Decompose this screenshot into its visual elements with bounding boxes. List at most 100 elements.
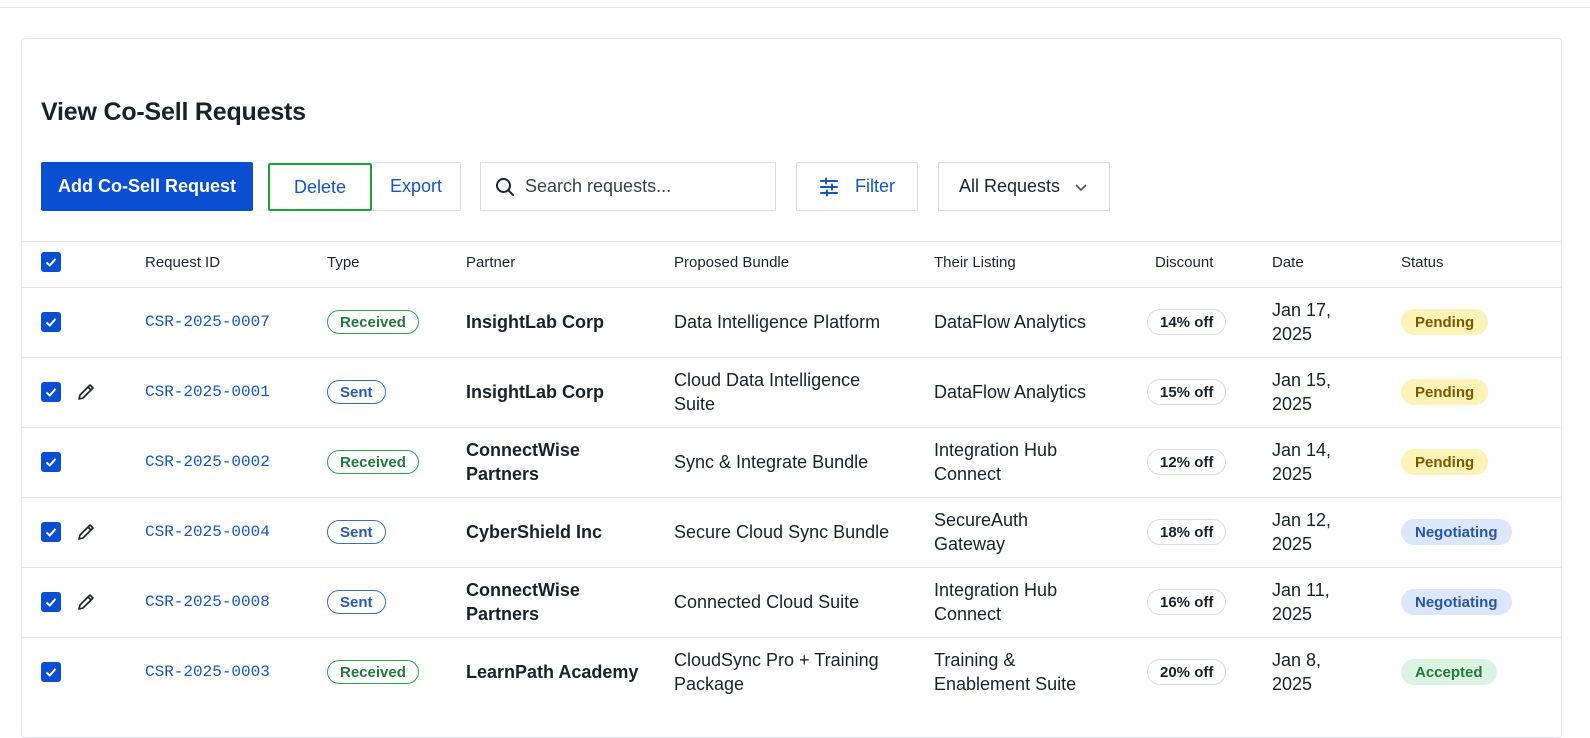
status-badge: Pending [1401, 309, 1489, 335]
partner-cell-line: LearnPath Academy [466, 662, 639, 682]
filter-button[interactable]: Filter [796, 162, 918, 211]
checkmark-icon [45, 668, 57, 677]
their-listing-cell-line: Integration Hub [934, 440, 1058, 460]
date-cell-line: 2025 [1272, 674, 1313, 694]
page-title: View Co-Sell Requests [41, 98, 306, 126]
date-cell: Jan 17, 2025 [1272, 298, 1331, 346]
their-listing-cell-line: Connect [934, 464, 1002, 484]
header-type[interactable]: Type [327, 254, 360, 271]
discount-badge: 20% off [1147, 659, 1227, 685]
request-id-link[interactable]: CSR-2025-0007 [145, 310, 270, 334]
partner-cell-line: CyberShield Inc [466, 522, 603, 542]
request-id-link[interactable]: CSR-2025-0004 [145, 520, 270, 544]
row-checkbox[interactable] [41, 522, 61, 542]
select-all-checkbox[interactable] [41, 252, 61, 272]
pencil-icon[interactable] [76, 382, 96, 402]
checkmark-icon [45, 458, 57, 467]
partner-cell-line: ConnectWise [466, 440, 580, 460]
date-cell: Jan 14, 2025 [1272, 438, 1331, 486]
discount-badge: 16% off [1147, 589, 1227, 615]
search-input[interactable] [523, 175, 767, 198]
header-status[interactable]: Status [1401, 254, 1444, 271]
date-cell-line: 2025 [1272, 394, 1313, 414]
date-cell: Jan 12, 2025 [1272, 508, 1331, 556]
checkmark-icon [45, 258, 57, 267]
chevron-down-icon [1074, 180, 1088, 194]
proposed-bundle-cell-line: Suite [674, 394, 716, 414]
their-listing-cell-line: Training & [934, 650, 1016, 670]
checkmark-icon [45, 528, 57, 537]
their-listing-cell: DataFlow Analytics [934, 380, 1086, 404]
date-cell: Jan 8, 2025 [1272, 648, 1321, 696]
status-badge: Negotiating [1401, 519, 1512, 545]
checkmark-icon [45, 318, 57, 327]
request-scope-select[interactable]: All Requests [938, 162, 1110, 211]
date-cell: Jan 11, 2025 [1272, 578, 1330, 626]
type-badge: Received [327, 450, 419, 474]
date-cell-line: Jan 15, [1272, 370, 1332, 390]
their-listing-cell: Integration Hub Connect [934, 578, 1057, 626]
their-listing-cell-line: Enablement Suite [934, 674, 1077, 694]
header-proposed-bundle[interactable]: Proposed Bundle [674, 254, 789, 271]
request-id-link[interactable]: CSR-2025-0003 [145, 660, 270, 684]
partner-cell: CyberShield Inc [466, 520, 602, 544]
their-listing-cell-line: Gateway [934, 534, 1006, 554]
partner-cell-line: ConnectWise [466, 580, 580, 600]
pencil-icon[interactable] [76, 522, 96, 542]
row-checkbox[interactable] [41, 592, 61, 612]
partner-cell: InsightLab Corp [466, 380, 604, 404]
date-cell: Jan 15, 2025 [1272, 368, 1331, 416]
proposed-bundle-cell-line: Data Intelligence Platform [674, 312, 881, 332]
status-badge: Pending [1401, 379, 1489, 405]
header-discount[interactable]: Discount [1155, 254, 1213, 271]
header-their-listing[interactable]: Their Listing [934, 254, 1016, 271]
partner-cell-line: InsightLab Corp [466, 382, 604, 402]
select-value: All Requests [959, 176, 1061, 196]
row-checkbox[interactable] [41, 662, 61, 682]
search-box[interactable] [480, 162, 776, 211]
proposed-bundle-cell: Secure Cloud Sync Bundle [674, 520, 889, 544]
partner-cell: ConnectWise Partners [466, 578, 580, 626]
header-date[interactable]: Date [1272, 254, 1304, 271]
request-id-link[interactable]: CSR-2025-0002 [145, 450, 270, 474]
partner-cell: InsightLab Corp [466, 310, 604, 334]
their-listing-cell-line: Connect [934, 604, 1002, 624]
request-id-link[interactable]: CSR-2025-0001 [145, 380, 270, 404]
their-listing-cell: SecureAuth Gateway [934, 508, 1028, 556]
proposed-bundle-cell-line: Cloud Data Intelligence [674, 370, 861, 390]
status-badge: Negotiating [1401, 589, 1512, 615]
partner-cell-line: Partners [466, 464, 540, 484]
pencil-icon[interactable] [76, 592, 96, 612]
row-checkbox[interactable] [41, 382, 61, 402]
filter-label: Filter [855, 176, 895, 196]
their-listing-cell: Integration Hub Connect [934, 438, 1057, 486]
their-listing-cell-line: SecureAuth [934, 510, 1029, 530]
request-id-link[interactable]: CSR-2025-0008 [145, 590, 270, 614]
date-cell-line: 2025 [1272, 534, 1313, 554]
type-badge: Received [327, 660, 419, 684]
date-cell-line: Jan 14, [1272, 440, 1332, 460]
delete-button[interactable]: Delete [268, 163, 372, 211]
proposed-bundle-cell-line: Connected Cloud Suite [674, 592, 860, 612]
date-cell-line: 2025 [1272, 324, 1313, 344]
discount-badge: 15% off [1147, 379, 1227, 405]
their-listing-cell-line: Integration Hub [934, 580, 1058, 600]
type-badge: Sent [327, 590, 386, 614]
status-badge: Accepted [1401, 659, 1497, 685]
export-button[interactable]: Export [372, 162, 461, 211]
add-co-sell-request-button[interactable]: Add Co-Sell Request [41, 162, 253, 211]
proposed-bundle-cell: Data Intelligence Platform [674, 310, 880, 334]
discount-badge: 14% off [1147, 309, 1227, 335]
discount-badge: 18% off [1147, 519, 1227, 545]
their-listing-cell: DataFlow Analytics [934, 310, 1086, 334]
header-request-id[interactable]: Request ID [145, 254, 220, 271]
row-checkbox[interactable] [41, 452, 61, 472]
their-listing-cell: Training & Enablement Suite [934, 648, 1076, 696]
date-cell-line: Jan 11, [1272, 580, 1330, 600]
row-checkbox[interactable] [41, 312, 61, 332]
header-partner[interactable]: Partner [466, 254, 515, 271]
partner-cell-line: InsightLab Corp [466, 312, 604, 332]
table-top-border [21, 241, 1562, 242]
proposed-bundle-cell-line: Secure Cloud Sync Bundle [674, 522, 890, 542]
partner-cell-line: Partners [466, 604, 540, 624]
